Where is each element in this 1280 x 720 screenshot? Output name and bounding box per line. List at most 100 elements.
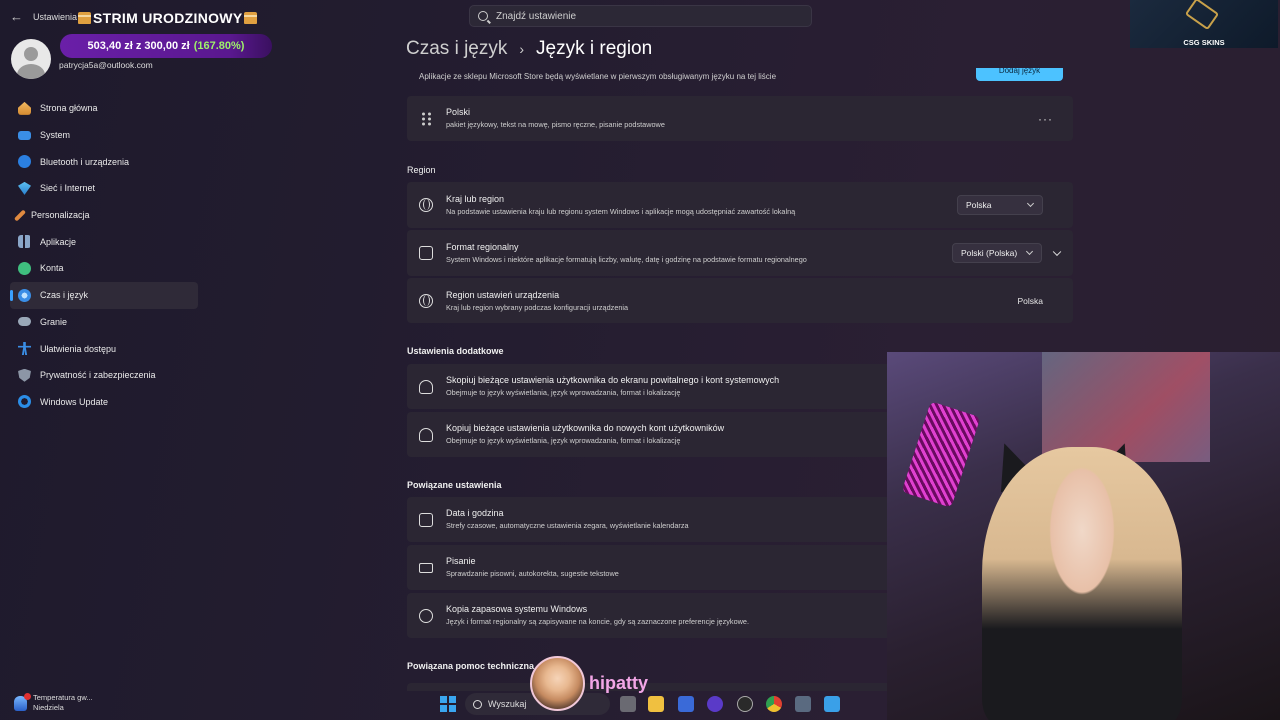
row-desc: Obejmuje to język wyświetlania, język wp… — [446, 436, 681, 445]
webcam-feed — [887, 352, 1280, 720]
country-dropdown-value: Polska — [966, 200, 992, 210]
account-icon — [18, 261, 31, 275]
sidebar-item-home[interactable]: Strona główna — [10, 95, 198, 122]
cake-icon — [78, 12, 91, 24]
network-icon — [18, 181, 31, 195]
row-desc: Sprawdzanie pisowni, autokorekta, sugest… — [446, 569, 619, 578]
notepad-icon[interactable] — [824, 696, 840, 712]
donation-goal-bar: 503,40 zł z 300,00 zł (167.80%) — [60, 34, 272, 58]
sidebar-item-accessibility[interactable]: Ułatwienia dostępu — [10, 335, 198, 362]
search-icon — [478, 11, 488, 21]
weather-widget[interactable]: Temperatura gw... Niedziela — [14, 692, 93, 713]
breadcrumb: Czas i język › Język i region — [406, 38, 652, 60]
row-desc: Na podstawie ustawienia kraju lub region… — [446, 207, 796, 216]
sidebar-item-label: Granie — [40, 316, 68, 327]
bluetooth-icon — [18, 155, 31, 169]
row-title: Format regionalny — [446, 242, 519, 252]
streamer-handle: hipatty — [589, 673, 649, 693]
row-title: Kraj lub region — [446, 194, 505, 204]
regional-format-row[interactable]: Format regionalny System Windows i niekt… — [407, 230, 1073, 276]
file-explorer-icon[interactable] — [648, 696, 664, 712]
streamer-tag: hipatty — [530, 656, 648, 711]
row-title: Skopiuj bieżące ustawienia użytkownika d… — [446, 375, 780, 385]
keyboard-icon — [419, 562, 433, 573]
region-heading: Region — [407, 165, 436, 175]
row-title: Kopiuj bieżące ustawienia użytkownika do… — [446, 423, 725, 433]
sidebar-item-label: Czas i język — [40, 290, 89, 301]
device-region-value: Polska — [1017, 295, 1043, 306]
store-icon[interactable] — [678, 696, 694, 712]
expand-chevron-icon[interactable] — [1052, 247, 1062, 257]
sidebar-item-privacy[interactable]: Prywatność i zabezpieczenia — [10, 362, 198, 389]
country-dropdown[interactable]: Polska — [957, 195, 1043, 215]
gaming-icon — [18, 317, 31, 327]
csg-label: CSG SKINS — [1183, 38, 1225, 47]
page-title: Język i region — [536, 38, 653, 59]
drag-handle-icon[interactable] — [422, 112, 431, 125]
language-desc: pakiet językowy, tekst na mowę, pismo rę… — [446, 120, 665, 129]
settings-search[interactable] — [469, 5, 812, 27]
sidebar-item-label: Prywatność i zabezpieczenia — [40, 370, 156, 381]
sidebar-nav: Strona główna System Bluetooth i urządze… — [10, 95, 198, 415]
sidebar-item-system[interactable]: System — [10, 122, 198, 149]
back-arrow-icon[interactable]: ← — [10, 9, 23, 24]
sidebar-item-personalization[interactable]: Personalizacja — [10, 202, 198, 229]
start-button[interactable] — [440, 696, 456, 712]
device-region-row: Region ustawień urządzenia Kraj lub regi… — [407, 278, 1073, 323]
sidebar-item-bluetooth[interactable]: Bluetooth i urządzenia — [10, 148, 198, 175]
row-title: Data i godzina — [446, 508, 504, 518]
sidebar-item-windows-update[interactable]: Windows Update — [10, 389, 198, 416]
city-poster — [1042, 352, 1210, 462]
breadcrumb-separator: › — [519, 41, 525, 57]
sidebar-item-label: Sieć i Internet — [40, 183, 96, 194]
goal-percent: (167.80%) — [193, 40, 245, 52]
row-desc: Obejmuje to język wyświetlania, język wp… — [446, 388, 681, 397]
sidebar-item-label: Strona główna — [40, 103, 98, 114]
sidebar-item-label: Personalizacja — [31, 210, 90, 221]
csg-skins-badge: CSG SKINS — [1130, 0, 1278, 48]
regional-format-icon — [419, 246, 433, 260]
sidebar-item-network[interactable]: Sieć i Internet — [10, 175, 198, 202]
breadcrumb-parent[interactable]: Czas i język — [406, 38, 507, 60]
related-settings-heading: Powiązane ustawienia — [407, 480, 502, 490]
sidebar-item-accounts[interactable]: Konta — [10, 255, 198, 282]
globe-settings-icon — [419, 293, 433, 308]
sidebar-item-label: Windows Update — [40, 396, 109, 407]
knife-icon — [1184, 0, 1220, 31]
weather-line2: Niedziela — [33, 703, 64, 712]
globe-icon — [419, 198, 433, 212]
users-settings-icon — [419, 379, 433, 394]
goal-amount: 503,40 zł z 300,00 zł — [87, 40, 190, 52]
sidebar-item-gaming[interactable]: Granie — [10, 309, 198, 336]
add-language-button[interactable]: Dodaj język — [976, 68, 1063, 81]
additional-settings-heading: Ustawienia dodatkowe — [407, 346, 504, 356]
row-title: Region ustawień urządzenia — [446, 290, 560, 300]
settings-gear-icon[interactable] — [795, 696, 811, 712]
app-icon[interactable] — [707, 696, 723, 712]
row-desc: Język i format regionalny są zapisywane … — [446, 617, 749, 626]
app-title: Ustawienia — [33, 12, 78, 22]
country-region-row: Kraj lub region Na podstawie ustawienia … — [407, 182, 1073, 228]
sidebar-item-time-language[interactable]: Czas i język — [10, 281, 198, 309]
language-card-polski[interactable]: Polski pakiet językowy, tekst na mowę, p… — [407, 96, 1073, 141]
shield-icon — [18, 368, 31, 382]
sidebar-item-label: Aplikacje — [40, 236, 77, 247]
regional-format-value: Polski (Polska) — [961, 248, 1018, 258]
row-desc: System Windows i niektóre aplikacje form… — [446, 255, 807, 264]
regional-format-dropdown[interactable]: Polski (Polska) — [952, 243, 1042, 263]
streamer — [982, 447, 1182, 720]
stream-title: STRIM URODZINOWY — [76, 10, 259, 26]
obs-icon[interactable] — [737, 696, 753, 712]
row-desc: Strefy czasowe, automatyczne ustawienia … — [446, 521, 689, 530]
search-input[interactable] — [496, 10, 796, 22]
avatar[interactable] — [11, 39, 51, 79]
thermometer-icon — [14, 692, 31, 711]
user-settings-icon — [419, 427, 433, 442]
sidebar-item-label: System — [40, 130, 71, 141]
chevron-down-icon — [1025, 247, 1034, 256]
time-language-icon — [18, 288, 31, 302]
chrome-icon[interactable] — [766, 696, 782, 712]
sidebar-item-apps[interactable]: Aplikacje — [10, 228, 198, 255]
language-name: Polski — [446, 107, 471, 117]
more-options-icon[interactable]: ··· — [1038, 112, 1053, 126]
